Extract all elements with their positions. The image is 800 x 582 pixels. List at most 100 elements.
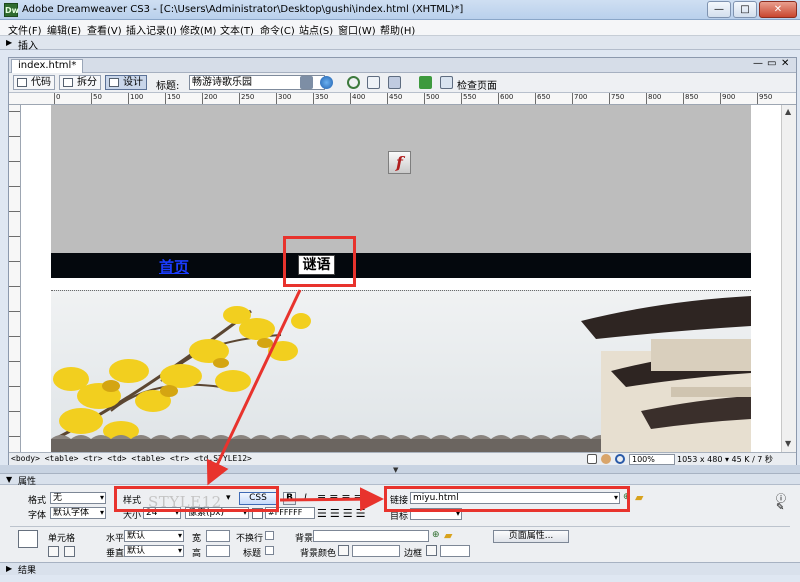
preview-in-browser-icon[interactable]	[320, 76, 333, 89]
refresh-icon[interactable]	[347, 76, 360, 89]
navigation-bar: 首页 谜语	[51, 253, 751, 278]
tag-selector-path[interactable]: <body> <table> <tr> <td> <table> <tr> <t…	[11, 453, 252, 465]
height-field[interactable]	[206, 545, 230, 557]
zoom-tool-icon[interactable]	[615, 454, 625, 464]
properties-panel-header[interactable]: ▼ 属性	[0, 473, 800, 487]
bg-color-label: 背景颜色	[300, 549, 337, 559]
header-checkbox[interactable]	[265, 546, 274, 555]
quick-tag-editor-icon[interactable]: ✎	[776, 502, 784, 513]
ruler-tick-label: 200	[204, 93, 218, 101]
visual-aids-icon[interactable]	[388, 76, 401, 89]
menu-help[interactable]: 帮助(H)	[380, 22, 415, 37]
menu-file[interactable]: 文件(F)	[8, 22, 42, 37]
properties-divider	[10, 526, 790, 527]
ruler-tick-label: 950	[759, 93, 773, 101]
list-indent-buttons-icon[interactable]: ☰☰☰☰	[317, 507, 368, 520]
vertical-ruler-tick	[9, 311, 20, 312]
close-button[interactable]: ✕	[759, 1, 797, 18]
ruler-tick	[535, 93, 536, 104]
ruler-tick-label: 550	[463, 93, 477, 101]
document-tab[interactable]: index.html*	[11, 59, 84, 73]
highlight-box-link-field	[384, 486, 630, 512]
menu-text[interactable]: 文本(T)	[220, 22, 254, 37]
panel-splitter[interactable]: ▼	[0, 465, 800, 474]
vertical-ruler-tick	[9, 336, 20, 337]
doc-close-icon[interactable]: ✕	[781, 58, 789, 69]
menu-site[interactable]: 站点(S)	[299, 22, 333, 37]
menu-edit[interactable]: 编辑(E)	[47, 22, 81, 37]
insert-panel-header[interactable]: ▶ 插入	[0, 36, 800, 52]
font-select[interactable]: 默认字体	[50, 507, 106, 519]
italic-button[interactable]: I	[299, 492, 312, 505]
code-view-icon	[17, 78, 27, 87]
ruler-tick-label: 100	[130, 93, 144, 101]
results-panel-header[interactable]: ▶ 结果	[0, 562, 800, 576]
background-label: 背景	[295, 534, 314, 544]
bg-color-swatch[interactable]	[338, 545, 349, 556]
border-color-field[interactable]	[440, 545, 470, 557]
minimize-button[interactable]: —	[707, 1, 731, 18]
highlight-box-style-css	[114, 486, 279, 512]
flash-banner-placeholder[interactable]: f	[51, 105, 751, 253]
bold-button[interactable]: B	[283, 492, 296, 505]
horizontal-ruler: 0 50 100 150 200 250 300 350 400 450 500 550 600 650 7…	[9, 93, 796, 105]
ruler-tick	[91, 93, 92, 104]
vertical-align-select[interactable]: 默认	[124, 545, 184, 557]
border-color-swatch[interactable]	[426, 545, 437, 556]
validate-markup-icon[interactable]	[419, 76, 432, 89]
browse-folder-icon[interactable]: ▰	[635, 491, 643, 504]
background-field[interactable]	[313, 530, 429, 542]
hand-tool-icon[interactable]	[601, 454, 611, 464]
format-select[interactable]: 无	[50, 492, 106, 504]
scroll-down-icon[interactable]: ▼	[785, 439, 791, 448]
zoom-select[interactable]: 100%	[629, 454, 675, 465]
design-view-button[interactable]: 设计	[105, 75, 147, 90]
nowrap-checkbox[interactable]	[265, 531, 274, 540]
ruler-tick-label: 500	[426, 93, 440, 101]
menu-insert-record[interactable]: 插入记录(I)	[126, 22, 177, 37]
design-canvas[interactable]: f 首页 谜语	[21, 105, 781, 452]
menu-view[interactable]: 查看(V)	[87, 22, 122, 37]
menu-commands[interactable]: 命令(C)	[260, 22, 295, 37]
view-options-icon[interactable]	[367, 76, 380, 89]
nav-link-home[interactable]: 首页	[159, 256, 189, 277]
vertical-ruler-tick	[9, 186, 20, 187]
title-label: 标题:	[156, 81, 180, 92]
maximize-button[interactable]: □	[733, 1, 757, 18]
menu-window[interactable]: 窗口(W)	[338, 22, 376, 37]
doc-restore-icon[interactable]: ▭	[767, 58, 776, 69]
check-page-button[interactable]: 检查页面	[457, 77, 497, 92]
align-buttons-icon[interactable]: ≡≡≡≡	[317, 491, 366, 504]
select-tool-icon[interactable]	[587, 454, 597, 464]
horizontal-align-select[interactable]: 默认	[124, 530, 184, 542]
vertical-ruler-tick	[9, 236, 20, 237]
vertical-scrollbar[interactable]: ▲ ▼	[781, 105, 796, 452]
split-cell-icon[interactable]	[64, 546, 75, 557]
scroll-up-icon[interactable]: ▲	[785, 107, 791, 116]
format-label: 格式	[28, 496, 47, 506]
merge-cells-icon[interactable]	[48, 546, 59, 557]
width-field[interactable]	[206, 530, 230, 542]
split-view-button[interactable]: 拆分	[59, 75, 101, 90]
ruler-tick	[313, 93, 314, 104]
code-view-button[interactable]: 代码	[13, 75, 55, 90]
ruler-tick	[350, 93, 351, 104]
ruler-tick	[609, 93, 610, 104]
check-page-icon[interactable]	[440, 76, 453, 89]
bg-color-field[interactable]	[352, 545, 400, 557]
ruler-tick	[646, 93, 647, 104]
doc-minimize-icon[interactable]: —	[753, 58, 763, 69]
ruler-tick-label: 650	[537, 93, 551, 101]
ruler-tick-label: 350	[315, 93, 329, 101]
bg-browse-folder-icon[interactable]: ▰	[444, 529, 452, 542]
ruler-tick	[54, 93, 55, 104]
ruler-tick	[498, 93, 499, 104]
page-properties-button[interactable]: 页面属性...	[493, 530, 569, 543]
vertical-ruler-tick	[9, 436, 20, 437]
ruler-tick-label: 850	[685, 93, 699, 101]
menu-modify[interactable]: 修改(M)	[180, 22, 216, 37]
file-management-icon[interactable]	[300, 76, 313, 89]
bg-point-to-file-icon[interactable]: ⊕	[432, 530, 440, 540]
header-label: 标题	[243, 549, 262, 559]
ruler-tick	[239, 93, 240, 104]
